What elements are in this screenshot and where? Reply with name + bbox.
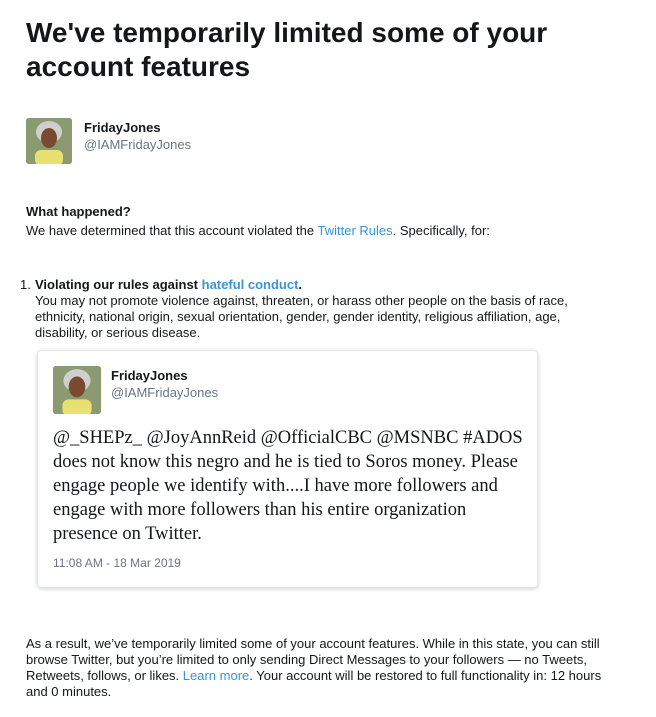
- user-handle[interactable]: @IAMFridayJones: [84, 137, 191, 153]
- what-happened-text: We have determined that this account vio…: [26, 223, 490, 238]
- violation-title-after: .: [298, 277, 303, 292]
- tweet-display-name[interactable]: FridayJones: [111, 368, 218, 384]
- hateful-conduct-link[interactable]: hateful conduct: [202, 277, 299, 292]
- twitter-rules-link[interactable]: Twitter Rules: [317, 223, 392, 238]
- page-title: We've temporarily limited some of your a…: [26, 17, 548, 82]
- result-text: As a result, we’ve temporarily limited s…: [26, 636, 626, 700]
- display-name[interactable]: FridayJones: [84, 120, 191, 136]
- what-happened-text-before: We have determined that this account vio…: [26, 223, 318, 238]
- account-names: FridayJones @IAMFridayJones: [84, 120, 191, 153]
- tweet-text: @_SHEPz_ @JoyAnnReid @OfficialCBC @MSNBC…: [53, 428, 523, 544]
- what-happened-text-after: . Specifically, for:: [392, 223, 490, 238]
- tweet-author: FridayJones @IAMFridayJones: [111, 368, 218, 401]
- learn-more-link[interactable]: Learn more: [183, 668, 249, 683]
- violation-description: You may not promote violence against, th…: [35, 293, 568, 340]
- what-happened-heading: What happened?: [26, 204, 131, 219]
- violation-number: 1.: [20, 277, 31, 292]
- avatar[interactable]: [26, 118, 72, 164]
- tweet-timestamp[interactable]: 11:08 AM - 18 Mar 2019: [53, 556, 181, 570]
- tweet-card[interactable]: FridayJones @IAMFridayJones @_SHEPz_ @Jo…: [37, 350, 538, 588]
- violation-title: Violating our rules against hateful cond…: [35, 277, 302, 292]
- violation-title-before: Violating our rules against: [35, 277, 202, 292]
- profile-photo-icon: [26, 118, 72, 164]
- tweet-avatar[interactable]: [53, 366, 101, 414]
- profile-photo-icon: [53, 366, 101, 414]
- tweet-handle[interactable]: @IAMFridayJones: [111, 385, 218, 401]
